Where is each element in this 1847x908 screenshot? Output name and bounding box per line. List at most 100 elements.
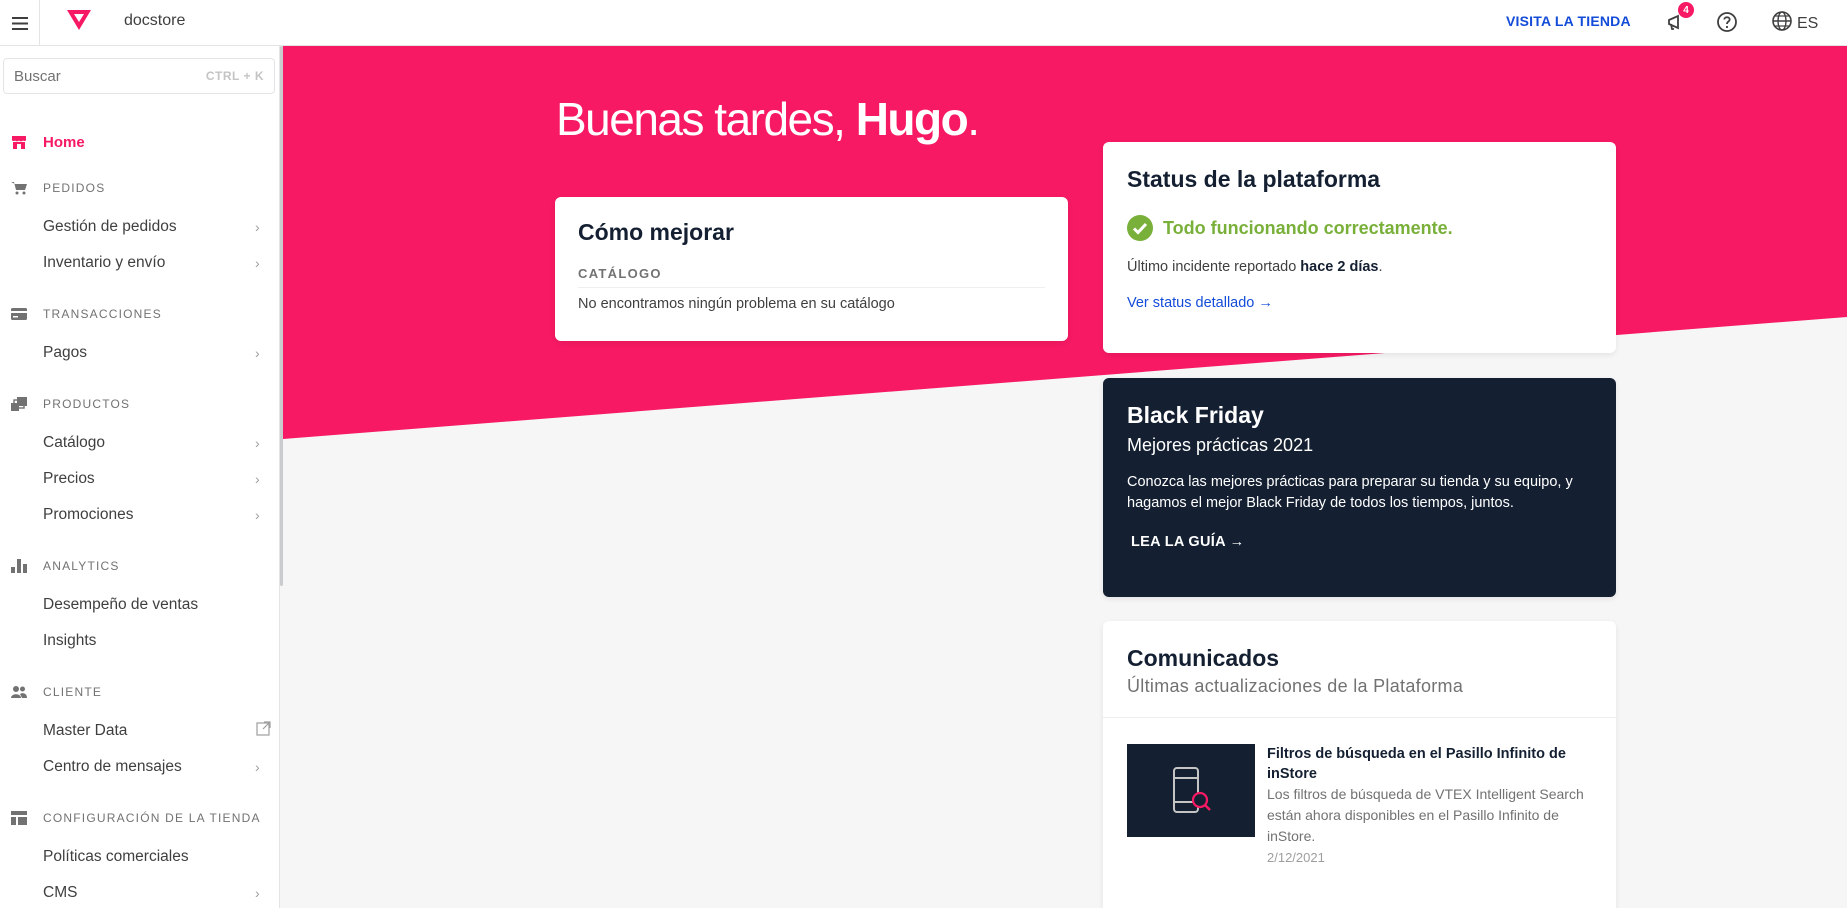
announcement-item[interactable]: Filtros de búsqueda en el Pasillo Infini…: [1103, 718, 1616, 891]
announcements-title: Comunicados: [1127, 645, 1280, 671]
sidebar-item-label: Desempeño de ventas: [43, 596, 199, 613]
bar-chart-icon: [10, 557, 28, 575]
section-label: CLIENTE: [43, 685, 103, 699]
status-ok-text: Todo funcionando correctamente.: [1163, 217, 1453, 238]
chevron-right-icon: ›: [255, 885, 260, 901]
external-link-icon: [256, 721, 271, 741]
last-incident-prefix: Último incidente reportado: [1127, 259, 1301, 275]
sidebar-item-gestion-pedidos[interactable]: Gestión de pedidos ›: [0, 210, 279, 244]
greeting: Buenas tardes, Hugo.: [556, 92, 980, 146]
section-cliente: CLIENTE: [0, 680, 279, 704]
announcements-subtitle: Últimas actualizaciones de la Plataforma: [1127, 676, 1464, 696]
sidebar-item-label: Promociones: [43, 506, 134, 523]
improve-category: CATÁLOGO: [578, 266, 1045, 288]
menu-icon[interactable]: [0, 0, 40, 46]
sidebar-item-label: Master Data: [43, 722, 128, 739]
section-analytics: ANALYTICS: [0, 554, 279, 578]
greeting-suffix: .: [967, 93, 980, 145]
check-circle-icon: [1127, 215, 1153, 241]
main-content: Buenas tardes, Hugo. Cómo mejorar CATÁLO…: [283, 46, 1847, 908]
sidebar-item-centro-mensajes[interactable]: Centro de mensajes ›: [0, 750, 279, 784]
sidebar-item-master-data[interactable]: Master Data: [0, 714, 279, 748]
language-label: ES: [1797, 14, 1819, 32]
globe-icon: [1771, 10, 1793, 37]
announcement-title[interactable]: Filtros de búsqueda en el Pasillo Infini…: [1267, 744, 1592, 784]
bf-title: Black Friday: [1127, 402, 1264, 428]
sidebar-item-pagos[interactable]: Pagos ›: [0, 336, 279, 370]
bf-description: Conozca las mejores prácticas para prepa…: [1127, 474, 1573, 511]
section-transacciones: TRANSACCIONES: [0, 302, 279, 326]
sidebar-item-insights[interactable]: Insights: [0, 624, 279, 658]
sidebar-item-inventario[interactable]: Inventario y envío ›: [0, 246, 279, 280]
sidebar-item-cms[interactable]: CMS ›: [0, 876, 279, 908]
status-ok: Todo funcionando correctamente.: [1127, 215, 1592, 241]
sidebar-item-label: Inventario y envío: [43, 254, 166, 271]
improve-message: No encontramos ningún problema en su cat…: [578, 296, 895, 312]
section-productos: PRODUCTOS: [0, 392, 279, 416]
sidebar-item-label: Centro de mensajes: [43, 758, 182, 775]
sidebar-item-label: Gestión de pedidos: [43, 218, 177, 235]
top-bar: docstore VISITA LA TIENDA 4 ES: [0, 0, 1847, 46]
section-label: PEDIDOS: [43, 181, 106, 195]
help-icon[interactable]: [1715, 10, 1739, 34]
store-icon: [10, 133, 28, 151]
sidebar-item-precios[interactable]: Precios ›: [0, 462, 279, 496]
sidebar-item-label: CMS: [43, 884, 78, 901]
announcements-header: Comunicados Últimas actualizaciones de l…: [1103, 621, 1616, 718]
store-name: docstore: [124, 12, 186, 29]
products-icon: [10, 395, 28, 413]
greeting-prefix: Buenas tardes,: [556, 93, 856, 145]
sidebar-item-label: Catálogo: [43, 434, 106, 451]
section-pedidos: PEDIDOS: [0, 176, 279, 200]
sidebar-home-label: Home: [43, 133, 85, 151]
sidebar-item-politicas[interactable]: Políticas comerciales: [0, 840, 279, 874]
credit-card-icon: [10, 305, 28, 323]
language-selector[interactable]: ES: [1771, 10, 1818, 37]
users-icon: [10, 683, 28, 701]
layout-icon: [10, 809, 28, 827]
sidebar-item-desempeno[interactable]: Desempeño de ventas: [0, 588, 279, 622]
status-title: Status de la plataforma: [1127, 166, 1381, 192]
tablet-search-icon: [1173, 766, 1211, 813]
platform-status-card: Status de la plataforma Todo funcionando…: [1103, 142, 1616, 353]
visit-store-link[interactable]: VISITA LA TIENDA: [1506, 13, 1631, 29]
vtex-logo[interactable]: [66, 9, 92, 31]
chevron-right-icon: ›: [255, 471, 260, 487]
sidebar-item-label: Políticas comerciales: [43, 848, 189, 865]
announcement-thumbnail: [1127, 744, 1255, 837]
section-label: PRODUCTOS: [43, 397, 131, 411]
chevron-right-icon: ›: [255, 507, 260, 523]
bf-subtitle: Mejores prácticas 2021: [1127, 435, 1314, 455]
chevron-right-icon: ›: [255, 759, 260, 775]
last-incident-time: hace 2 días: [1300, 259, 1379, 275]
section-label: CONFIGURACIÓN DE LA TIENDA: [43, 811, 261, 825]
chevron-right-icon: ›: [255, 435, 260, 451]
section-label: TRANSACCIONES: [43, 307, 162, 321]
sidebar-item-label: Precios: [43, 470, 95, 487]
sidebar-item-label: Pagos: [43, 344, 87, 361]
status-detail-link[interactable]: Ver status detallado →: [1127, 295, 1273, 311]
chevron-right-icon: ›: [255, 345, 260, 361]
announcement-date: 2/12/2021: [1267, 850, 1325, 865]
search-input[interactable]: [14, 67, 174, 85]
read-guide-link[interactable]: LEA LA GUÍA →: [1131, 534, 1244, 550]
search-shortcut: CTRL + K: [205, 69, 264, 83]
improve-card: Cómo mejorar CATÁLOGO No encontramos nin…: [555, 197, 1068, 341]
section-config: CONFIGURACIÓN DE LA TIENDA: [0, 806, 279, 830]
chevron-right-icon: ›: [255, 255, 260, 271]
section-label: ANALYTICS: [43, 559, 120, 573]
sidebar-item-promociones[interactable]: Promociones ›: [0, 498, 279, 532]
notifications-badge: 4: [1678, 2, 1694, 18]
announcements-card: Comunicados Últimas actualizaciones de l…: [1103, 621, 1616, 908]
black-friday-card: Black Friday Mejores prácticas 2021 Cono…: [1103, 378, 1616, 597]
search-box[interactable]: CTRL + K: [3, 58, 275, 94]
announcement-text: Filtros de búsqueda en el Pasillo Infini…: [1267, 744, 1592, 865]
last-incident-suffix: .: [1378, 259, 1383, 275]
cart-icon: [10, 179, 28, 197]
sidebar-scrollbar[interactable]: [280, 46, 283, 586]
announcement-description: Los filtros de búsqueda de VTEX Intellig…: [1267, 786, 1584, 844]
sidebar-item-home[interactable]: Home: [0, 124, 279, 160]
improve-title: Cómo mejorar: [578, 219, 734, 245]
greeting-name: Hugo: [855, 93, 969, 145]
sidebar-item-catalogo[interactable]: Catálogo ›: [0, 426, 279, 460]
